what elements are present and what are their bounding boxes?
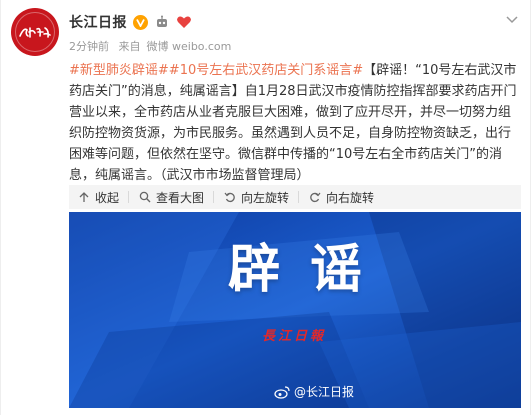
rotate-right-button[interactable]: 向右旋转 (308, 189, 374, 206)
image-toolbar: 收起 查看大图 向左旋转 向右旋转 (69, 185, 521, 209)
watermark-text: @长江日报 (294, 385, 355, 399)
avatar-logo (15, 12, 55, 52)
view-large-button[interactable]: 查看大图 (138, 189, 204, 206)
verified-icon (133, 14, 148, 30)
image-watermark: @长江日报 (274, 383, 354, 400)
heart-badge-icon (176, 14, 192, 30)
divider (213, 191, 215, 203)
post-source[interactable]: 微博 weibo.com (147, 40, 232, 53)
post-meta: 2分钟前 来自 微博 weibo.com (69, 38, 237, 54)
rotate-right-label: 向右旋转 (326, 190, 375, 205)
image-logo-stamp: 長江日報 (262, 329, 327, 344)
search-icon (138, 190, 152, 204)
collapse-button[interactable]: 收起 (77, 189, 119, 206)
weibo-icon (274, 385, 290, 399)
image-headline: 辟谣 (227, 239, 392, 300)
author-row: 长江日报 (69, 12, 192, 32)
post-text: #新型肺炎辟谣##10号左右武汉药店关门系谣言#【辟谣！“10号左右武汉市药店关… (69, 60, 519, 186)
post-body: 【辟谣！“10号左右武汉市药店关门”的消息，纯属谣言】自1月28日武汉市疫情防控… (69, 63, 517, 183)
rotate-left-icon (223, 190, 237, 204)
collapse-label: 收起 (95, 190, 120, 205)
author-name[interactable]: 长江日报 (69, 12, 127, 32)
chevron-down-icon[interactable] (504, 12, 520, 28)
view-large-label: 查看大图 (156, 190, 205, 205)
rotate-left-label: 向左旋转 (241, 190, 290, 205)
divider (128, 191, 130, 203)
post-time[interactable]: 2分钟前 (69, 40, 109, 53)
hashtag-link[interactable]: #10号左右武汉药店关门系谣言# (169, 63, 363, 78)
rotate-left-button[interactable]: 向左旋转 (223, 189, 289, 206)
weibo-post-card: 长江日报 2分钟前 来自 微博 weibo.com #新型肺炎辟谣##10号左右武… (0, 0, 531, 415)
post-image[interactable]: 辟谣 長江日報 @长江日报 (69, 212, 521, 408)
divider (298, 191, 300, 203)
arrow-up-icon (77, 190, 91, 204)
avatar[interactable] (11, 8, 59, 56)
rotate-right-icon (308, 190, 322, 204)
source-prefix: 来自 (118, 40, 141, 53)
robot-icon (154, 14, 170, 30)
hashtag-link[interactable]: #新型肺炎辟谣# (69, 63, 169, 78)
